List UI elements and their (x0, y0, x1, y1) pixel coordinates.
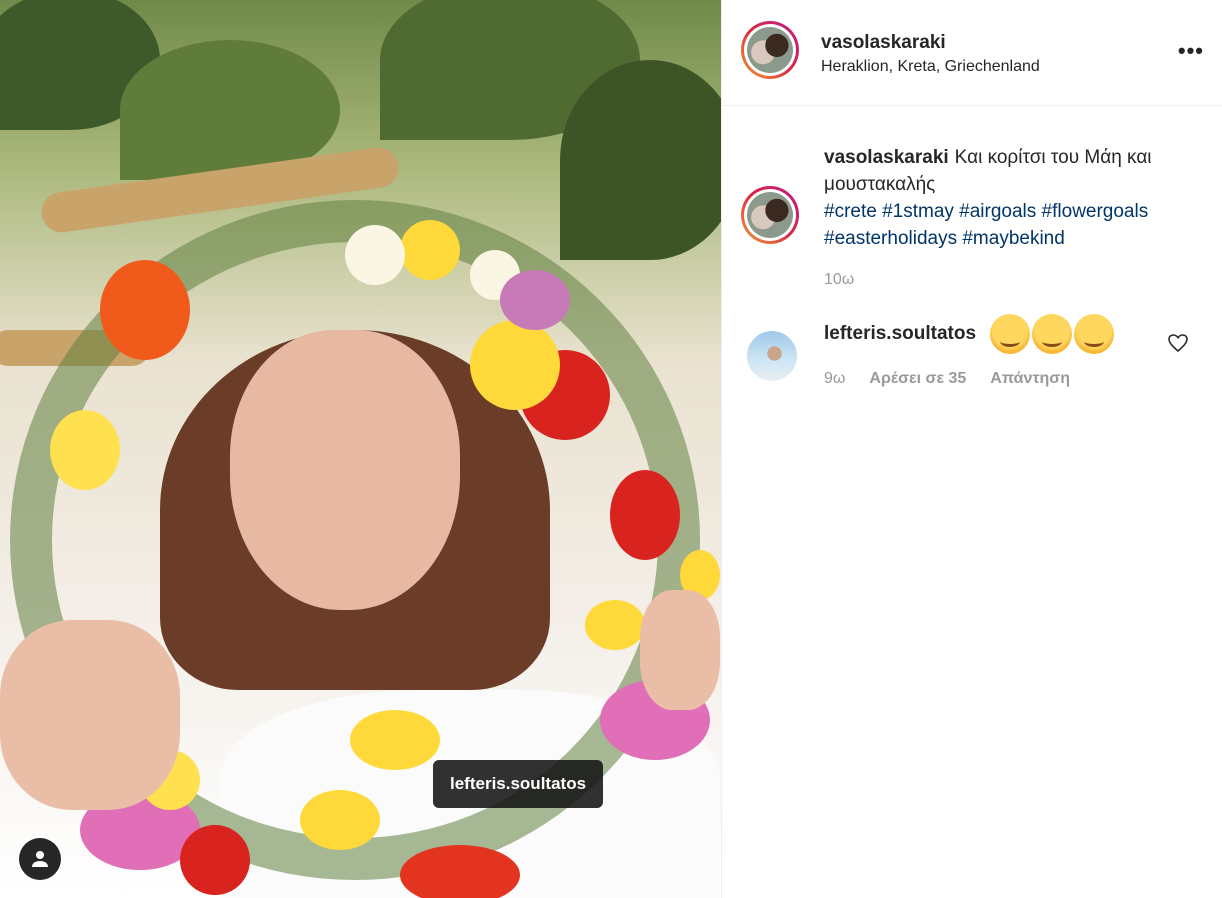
orange-flower (100, 260, 190, 360)
user-tag-label[interactable]: lefteris.soultatos (433, 760, 604, 808)
red-poppy (400, 845, 520, 898)
more-options-button[interactable]: ••• (1178, 38, 1204, 64)
commenter-avatar[interactable] (747, 331, 797, 381)
heart-icon (1168, 334, 1188, 352)
yellow-flower (585, 600, 645, 650)
hugging-face-emoji (1074, 314, 1115, 354)
hugging-face-emoji (1032, 314, 1073, 354)
comment-emojis (988, 314, 1115, 354)
user-tags-button[interactable] (19, 838, 61, 880)
comment-likes[interactable]: Αρέσει σε 35 (869, 370, 966, 388)
author-avatar[interactable] (741, 21, 799, 79)
caption-time[interactable]: 10ω (824, 271, 854, 289)
comment-meta: 9ω Αρέσει σε 35 Απάντηση (824, 370, 1070, 388)
commenter-username[interactable]: lefteris.soultatos (824, 323, 976, 345)
background-leaves (560, 60, 721, 260)
red-poppy (610, 470, 680, 560)
right-hand (640, 590, 720, 710)
post-location[interactable]: Heraklion, Kreta, Griechenland (821, 58, 1040, 76)
yellow-flower (350, 710, 440, 770)
white-flower (345, 225, 405, 285)
left-hand (0, 620, 180, 810)
more-horizontal-icon: ••• (1177, 38, 1204, 63)
post-caption: vasolaskaraki Και κορίτσι του Μάη και μου… (824, 144, 1194, 252)
yellow-flower (50, 410, 120, 490)
post-header: vasolaskaraki Heraklion, Kreta, Griechen… (722, 0, 1222, 106)
like-comment-button[interactable] (1168, 334, 1188, 358)
red-poppy (180, 825, 250, 895)
caption-author-avatar[interactable] (741, 186, 799, 244)
caption-hashtags[interactable]: #crete #1stmay #airgoals #flowergoals #e… (824, 201, 1148, 249)
yellow-flower (300, 790, 380, 850)
hugging-face-emoji (990, 314, 1031, 354)
yellow-flower (470, 320, 560, 410)
comment-time[interactable]: 9ω (824, 370, 845, 388)
caption-username[interactable]: vasolaskaraki (824, 147, 949, 168)
comment: lefteris.soultatos 🤗🤗🤗 (824, 314, 1115, 354)
panel-divider (721, 0, 722, 898)
purple-flower (500, 270, 570, 330)
person-icon (32, 851, 48, 867)
author-username[interactable]: vasolaskaraki (821, 32, 946, 54)
reply-button[interactable]: Απάντηση (990, 370, 1070, 388)
post-photo[interactable]: lefteris.soultatos (0, 0, 721, 898)
yellow-flower (400, 220, 460, 280)
